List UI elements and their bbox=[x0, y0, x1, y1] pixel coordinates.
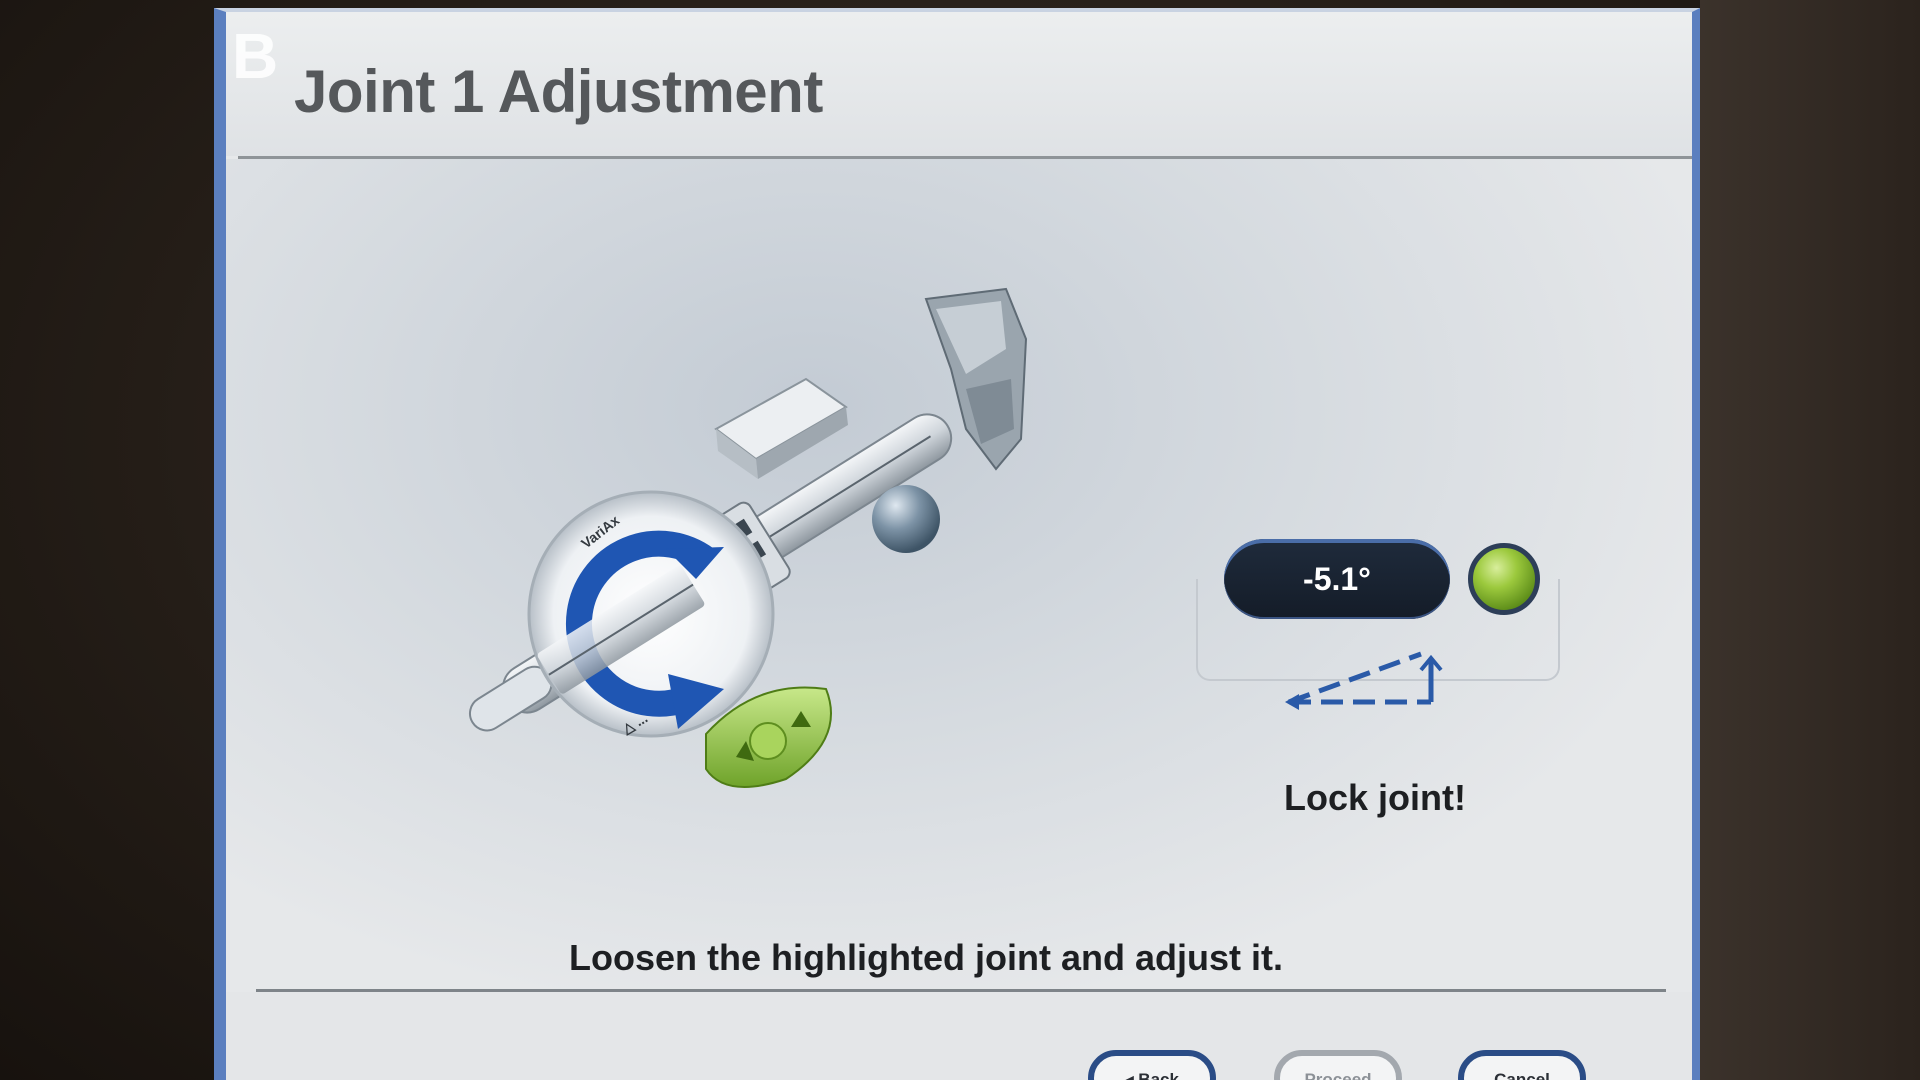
monitor-bezel bbox=[1700, 0, 1920, 1080]
application-window: B Joint 1 Adjustment VariAx △ ... -5.1° … bbox=[214, 8, 1700, 1080]
navigation-footer: ◂ Back Proceed Cancel bbox=[226, 992, 1692, 1080]
back-button[interactable]: ◂ Back bbox=[1088, 1050, 1216, 1080]
locking-knob bbox=[714, 377, 848, 479]
page-title: Joint 1 Adjustment bbox=[294, 58, 823, 125]
main-content: VariAx △ ... -5.1° Lock joint! Loosen th… bbox=[226, 159, 1692, 989]
angle-readout-panel: -5.1° bbox=[1186, 539, 1566, 710]
page-header: B Joint 1 Adjustment bbox=[226, 12, 1692, 156]
ball-joint bbox=[872, 485, 940, 553]
cancel-button[interactable]: Cancel bbox=[1458, 1050, 1586, 1080]
angle-value-display: -5.1° bbox=[1224, 539, 1450, 619]
main-instruction: Loosen the highlighted joint and adjust … bbox=[569, 937, 1283, 978]
step-letter: B bbox=[232, 20, 279, 92]
proceed-button[interactable]: Proceed bbox=[1274, 1050, 1402, 1080]
angle-indicator-icon bbox=[1285, 651, 1443, 710]
lock-joint-instruction: Lock joint! bbox=[1284, 777, 1466, 818]
green-status-led-icon bbox=[1468, 543, 1540, 615]
joint-adjustment-illustration: VariAx △ ... bbox=[468, 287, 1028, 788]
